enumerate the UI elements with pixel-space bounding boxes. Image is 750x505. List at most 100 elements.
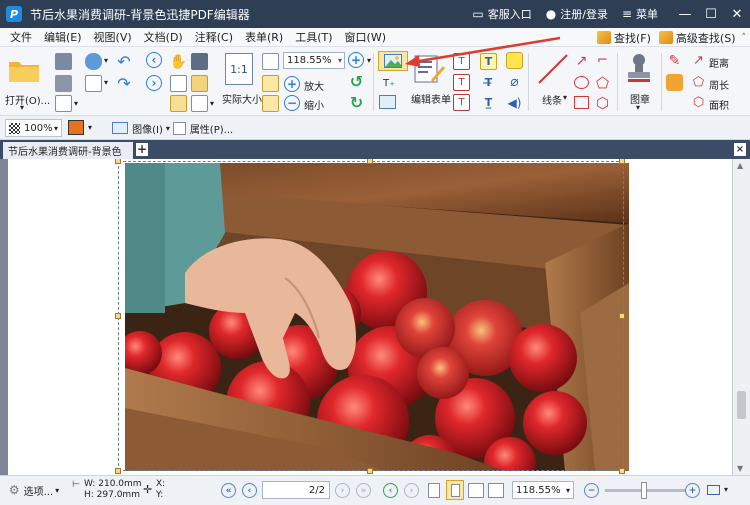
customer-service-link[interactable]: ▭ 客服入口 [472, 6, 531, 22]
snapshot-icon[interactable] [191, 53, 208, 70]
callout-icon[interactable]: T [453, 94, 470, 111]
pencil-icon[interactable]: ✎ [666, 52, 683, 69]
rectangle-tool-icon[interactable] [573, 94, 590, 111]
perimeter-icon[interactable]: ⬠ [690, 74, 707, 91]
resize-handle-l[interactable] [115, 313, 121, 319]
forward-button[interactable]: › [146, 75, 162, 91]
find-button[interactable]: 查找(F) [597, 30, 651, 46]
redo-icon[interactable]: ↷ [114, 74, 134, 93]
line-tool-button[interactable] [535, 53, 571, 85]
fit-window-icon[interactable] [707, 485, 720, 495]
note-icon[interactable] [506, 52, 523, 69]
resize-handle-tr[interactable] [619, 159, 625, 164]
resize-handle-b[interactable] [367, 468, 373, 474]
next-page-button[interactable]: › [335, 483, 350, 498]
zoom-select[interactable]: 118.55% ▾ [283, 52, 345, 69]
minimize-button[interactable]: — [672, 0, 698, 28]
new-page-icon[interactable] [55, 95, 72, 112]
typewriter-icon[interactable]: T [480, 53, 497, 70]
menu-edit[interactable]: 编辑(E) [38, 29, 88, 45]
distance-icon[interactable]: ↗ [690, 52, 707, 69]
resize-handle-t[interactable] [367, 159, 373, 164]
single-page-view-icon[interactable] [428, 483, 440, 498]
undo-icon[interactable]: ↶ [114, 52, 134, 71]
open-dropdown-icon[interactable]: ▾ [20, 103, 24, 112]
page-number-input[interactable]: 2/2 [262, 481, 330, 499]
scroll-up-icon[interactable]: ▲ [737, 161, 743, 170]
stamp-button[interactable] [623, 52, 655, 84]
stamp-dropdown-icon[interactable]: ▾ [636, 103, 640, 112]
zoom-in-status-button[interactable]: + [685, 483, 700, 498]
next-view-button[interactable]: › [404, 483, 419, 498]
image-zoom-select[interactable]: 100% ▾ [5, 119, 62, 137]
magnifier-button[interactable]: + [348, 52, 364, 68]
zoom-in-button[interactable]: + [284, 76, 300, 92]
menu-file[interactable]: 文件 [4, 29, 38, 45]
polyline-tool-icon[interactable]: ⌐ [594, 52, 611, 69]
advanced-find-button[interactable]: 高级查找(S) [658, 30, 736, 46]
add-image-icon[interactable] [379, 95, 396, 109]
magnifier-dropdown-icon[interactable]: ▾ [367, 56, 371, 65]
open-button[interactable] [6, 53, 42, 87]
edit-image-button[interactable] [378, 51, 408, 71]
close-tab-button[interactable]: × [734, 143, 746, 156]
continuous-facing-view-icon[interactable] [488, 483, 504, 498]
continuous-view-button[interactable] [446, 480, 464, 500]
menu-tools[interactable]: 工具(T) [289, 29, 338, 45]
fill-color-dropdown-icon[interactable]: ▾ [88, 123, 92, 132]
rotate-left-icon[interactable]: ↺ [348, 72, 365, 91]
menu-form[interactable]: 表单(R) [239, 29, 289, 45]
sound-icon[interactable]: ◀) [506, 94, 523, 111]
fit-window-dropdown-icon[interactable]: ▾ [724, 485, 728, 494]
ellipse-tool-icon[interactable] [573, 74, 590, 91]
resize-handle-tl[interactable] [115, 159, 121, 164]
collapse-ribbon-icon[interactable]: ˄ [742, 33, 747, 43]
line-tool-dropdown-icon[interactable]: ▾ [563, 93, 567, 102]
new-document-dropdown-icon[interactable]: ▾ [104, 78, 108, 87]
first-page-button[interactable]: « [221, 483, 236, 498]
menu-view[interactable]: 视图(V) [88, 29, 138, 45]
vertical-scrollbar[interactable]: ▲ ▼ [732, 159, 750, 475]
polygon-tool-icon[interactable]: ⬠ [594, 74, 611, 92]
page-options-dropdown-icon[interactable]: ▾ [210, 99, 214, 108]
options-button[interactable]: ⚙ 选项... ▾ [6, 481, 62, 499]
select-area-icon[interactable] [170, 95, 187, 112]
apple-crate-photo[interactable] [125, 163, 629, 471]
last-page-button[interactable]: » [356, 483, 371, 498]
text-field-icon[interactable]: T [453, 53, 470, 70]
fit-visible-icon[interactable] [262, 95, 279, 112]
strikeout-icon[interactable]: T̶ [480, 74, 497, 91]
resize-handle-br[interactable] [619, 468, 625, 474]
previous-view-button[interactable]: ‹ [383, 483, 398, 498]
login-link[interactable]: ● 注册/登录 [546, 6, 608, 22]
resize-handle-bl[interactable] [115, 468, 121, 474]
scrollbar-thumb[interactable] [737, 391, 746, 419]
attach-icon[interactable]: ⌀ [506, 73, 523, 90]
cloud-dropdown-icon[interactable]: ▾ [104, 56, 108, 65]
zoom-slider-thumb[interactable] [641, 482, 647, 499]
cloud-icon[interactable] [85, 53, 102, 70]
fill-color-icon[interactable] [68, 120, 84, 135]
print-icon[interactable] [55, 75, 72, 92]
main-menu-link[interactable]: ≡ 菜单 [622, 6, 658, 22]
scroll-down-icon[interactable]: ▼ [737, 464, 743, 473]
page-options-icon[interactable] [191, 95, 208, 112]
properties-button[interactable]: 属性(P)... [172, 120, 234, 136]
clipboard-icon[interactable] [191, 75, 208, 92]
new-document-icon[interactable] [85, 75, 102, 92]
menu-window[interactable]: 窗口(W) [339, 29, 392, 45]
add-tab-button[interactable]: + [136, 143, 148, 156]
zoom-out-button[interactable]: − [284, 95, 300, 111]
underline-icon[interactable]: T̲ [480, 94, 497, 111]
eraser-icon[interactable] [666, 74, 683, 91]
new-page-dropdown-icon[interactable]: ▾ [74, 99, 78, 108]
image-menu-button[interactable]: 图像(I) ▾ [106, 120, 176, 136]
edit-form-button[interactable] [413, 53, 445, 85]
close-window-button[interactable]: ✕ [724, 0, 750, 28]
menu-comment[interactable]: 注释(C) [189, 29, 239, 45]
menu-document[interactable]: 文档(D) [138, 29, 189, 45]
pdf-page[interactable] [8, 159, 732, 475]
arrow-tool-icon[interactable]: ↗ [573, 52, 590, 69]
hand-tool-icon[interactable]: ✋ [170, 53, 187, 70]
prev-page-button[interactable]: ‹ [242, 483, 257, 498]
